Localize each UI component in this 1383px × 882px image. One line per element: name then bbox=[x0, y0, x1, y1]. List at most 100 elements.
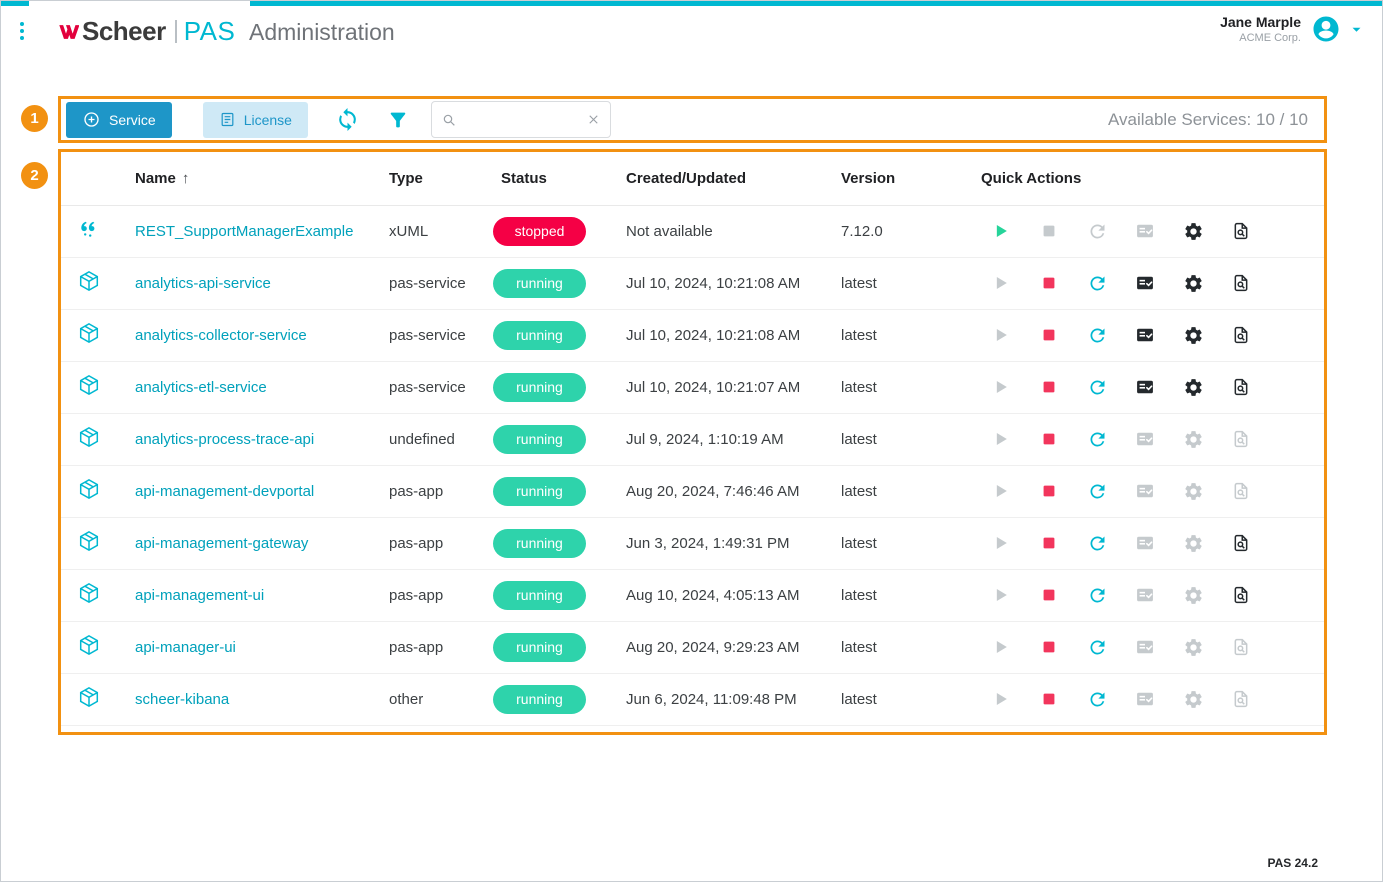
xuml-service-icon bbox=[77, 217, 101, 241]
restart-service-button[interactable] bbox=[1086, 584, 1108, 606]
brand-pas: PAS bbox=[184, 16, 236, 47]
service-type: pas-app bbox=[381, 517, 487, 569]
inspect-logs-button[interactable] bbox=[1230, 584, 1252, 606]
quick-actions bbox=[975, 480, 1324, 502]
service-settings-button bbox=[1182, 688, 1204, 710]
restart-service-button[interactable] bbox=[1086, 272, 1108, 294]
service-logs-button[interactable] bbox=[1134, 272, 1156, 294]
quick-actions bbox=[975, 272, 1324, 294]
column-header-status: Status bbox=[487, 152, 620, 205]
search-input[interactable] bbox=[463, 112, 580, 128]
license-button[interactable]: License bbox=[203, 102, 308, 138]
top-accent-bar-gap bbox=[29, 1, 250, 6]
service-settings-button bbox=[1182, 428, 1204, 450]
menu-icon[interactable] bbox=[20, 22, 24, 40]
service-logs-button bbox=[1134, 636, 1156, 658]
stop-service-button[interactable] bbox=[1038, 428, 1060, 450]
restart-service-button[interactable] bbox=[1086, 428, 1108, 450]
annotation-badge-1: 1 bbox=[21, 105, 48, 132]
service-settings-button[interactable] bbox=[1182, 376, 1204, 398]
stop-service-button[interactable] bbox=[1038, 324, 1060, 346]
status-badge: running bbox=[493, 529, 586, 558]
refresh-button[interactable] bbox=[335, 107, 360, 132]
status-badge: running bbox=[493, 685, 586, 714]
inspect-logs-button[interactable] bbox=[1230, 376, 1252, 398]
filter-button[interactable] bbox=[387, 109, 409, 131]
restart-service-button[interactable] bbox=[1086, 480, 1108, 502]
table-row: scheer-kibana other running Jun 6, 2024,… bbox=[61, 673, 1324, 725]
stop-service-button[interactable] bbox=[1038, 636, 1060, 658]
service-logs-button[interactable] bbox=[1134, 376, 1156, 398]
sort-ascending-icon[interactable]: ↑ bbox=[182, 170, 190, 187]
service-version: latest bbox=[835, 309, 975, 361]
start-service-button[interactable] bbox=[990, 220, 1012, 242]
search-box bbox=[431, 101, 611, 138]
user-info: Jane Marple ACME Corp. bbox=[1220, 14, 1301, 44]
inspect-logs-button[interactable] bbox=[1230, 532, 1252, 554]
service-logs-button bbox=[1134, 428, 1156, 450]
status-badge: running bbox=[493, 633, 586, 662]
service-logs-button[interactable] bbox=[1134, 324, 1156, 346]
table-row: api-management-gateway pas-app running J… bbox=[61, 517, 1324, 569]
restart-service-button[interactable] bbox=[1086, 532, 1108, 554]
stop-service-button[interactable] bbox=[1038, 272, 1060, 294]
restart-service-button[interactable] bbox=[1086, 376, 1108, 398]
stop-service-button[interactable] bbox=[1038, 532, 1060, 554]
service-name-link[interactable]: api-management-ui bbox=[135, 587, 264, 604]
stop-service-button[interactable] bbox=[1038, 584, 1060, 606]
package-service-icon bbox=[77, 269, 101, 293]
column-header-name[interactable]: Name ↑ bbox=[129, 152, 381, 205]
inspect-logs-button[interactable] bbox=[1230, 220, 1252, 242]
start-service-button bbox=[990, 636, 1012, 658]
add-service-button[interactable]: Service bbox=[66, 102, 172, 138]
column-header-created-updated: Created/Updated bbox=[620, 152, 835, 205]
table-row: api-management-devportal pas-app running… bbox=[61, 465, 1324, 517]
table-row: api-manager-ui pas-app running Aug 20, 2… bbox=[61, 621, 1324, 673]
restart-service-button[interactable] bbox=[1086, 636, 1108, 658]
service-name-link[interactable]: analytics-collector-service bbox=[135, 327, 307, 344]
service-name-link[interactable]: REST_SupportManagerExample bbox=[135, 223, 353, 240]
service-version: latest bbox=[835, 621, 975, 673]
service-settings-button[interactable] bbox=[1182, 272, 1204, 294]
service-name-link[interactable]: api-management-gateway bbox=[135, 535, 308, 552]
clear-search-icon[interactable] bbox=[586, 112, 601, 127]
service-name-link[interactable]: scheer-kibana bbox=[135, 691, 229, 708]
quick-actions bbox=[975, 688, 1324, 710]
service-name-link[interactable]: api-management-devportal bbox=[135, 483, 314, 500]
license-icon bbox=[219, 111, 236, 128]
start-service-button bbox=[990, 688, 1012, 710]
status-badge: running bbox=[493, 425, 586, 454]
service-version: latest bbox=[835, 413, 975, 465]
service-settings-button[interactable] bbox=[1182, 324, 1204, 346]
restart-service-button[interactable] bbox=[1086, 688, 1108, 710]
created-updated: Jun 3, 2024, 1:49:31 PM bbox=[620, 517, 835, 569]
stop-service-button[interactable] bbox=[1038, 376, 1060, 398]
column-header-name-label: Name bbox=[135, 170, 176, 187]
service-settings-button bbox=[1182, 584, 1204, 606]
app-root: Scheer PAS Administration Jane Marple AC… bbox=[0, 0, 1383, 882]
inspect-logs-button[interactable] bbox=[1230, 324, 1252, 346]
service-name-link[interactable]: analytics-etl-service bbox=[135, 379, 267, 396]
chevron-down-icon[interactable] bbox=[1347, 20, 1366, 39]
service-name-link[interactable]: api-manager-ui bbox=[135, 639, 236, 656]
add-circle-icon bbox=[82, 110, 101, 129]
restart-service-button[interactable] bbox=[1086, 324, 1108, 346]
stop-service-button[interactable] bbox=[1038, 688, 1060, 710]
service-table-body: REST_SupportManagerExample xUML stopped … bbox=[61, 205, 1324, 725]
user-avatar-icon[interactable] bbox=[1311, 14, 1341, 44]
inspect-logs-button bbox=[1230, 636, 1252, 658]
services-table: Name↑ Type Status Created/Updated Versio… bbox=[61, 152, 1324, 726]
status-badge: running bbox=[493, 477, 586, 506]
package-service-icon bbox=[77, 581, 101, 605]
service-logs-button bbox=[1134, 688, 1156, 710]
created-updated: Jul 10, 2024, 10:21:07 AM bbox=[620, 361, 835, 413]
service-settings-button[interactable] bbox=[1182, 220, 1204, 242]
column-header-version: Version bbox=[835, 152, 975, 205]
service-name-link[interactable]: analytics-process-trace-api bbox=[135, 431, 314, 448]
inspect-logs-button[interactable] bbox=[1230, 272, 1252, 294]
service-name-link[interactable]: analytics-api-service bbox=[135, 275, 271, 292]
add-service-button-label: Service bbox=[109, 112, 156, 128]
column-header-icon bbox=[61, 152, 129, 205]
stop-service-button[interactable] bbox=[1038, 480, 1060, 502]
service-version: latest bbox=[835, 465, 975, 517]
